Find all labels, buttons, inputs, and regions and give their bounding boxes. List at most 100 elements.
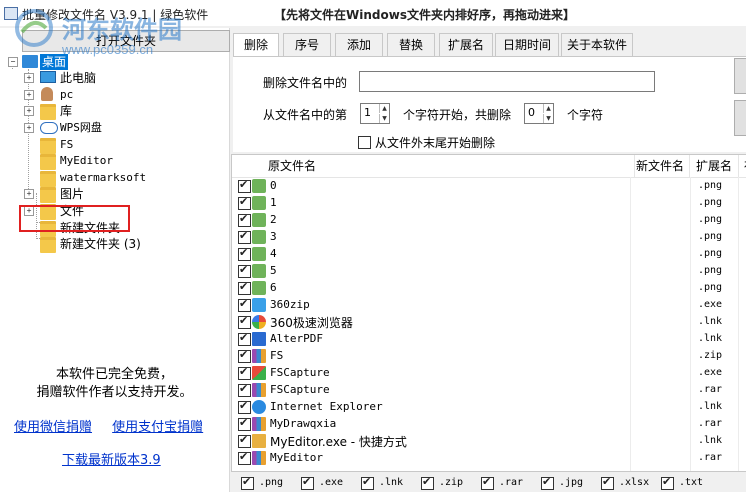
tree-item-fs[interactable]: FS [0,137,229,154]
donate-alipay-link[interactable]: 使用支付宝捐赠 [112,420,203,435]
row-checkbox[interactable] [238,246,251,261]
tree-item-this-pc[interactable]: + 此电脑 [0,70,229,86]
filter-checkbox[interactable] [541,475,554,490]
stepper-up-icon[interactable]: ▲ [379,104,389,113]
stepper-value: 1 [364,106,371,119]
start-count-label: 个字符开始，共删除 [403,108,512,122]
filter-label: .rar [499,477,524,488]
row-checkbox[interactable] [238,297,251,312]
side-action-button[interactable] [734,58,746,94]
table-row[interactable]: MyEditor .rar [232,450,746,467]
row-checkbox[interactable] [238,229,251,244]
row-checkbox[interactable] [238,348,251,363]
row-checkbox[interactable] [238,331,251,346]
table-row[interactable]: FSCapture .exe [232,365,746,382]
row-checkbox[interactable] [238,212,251,227]
row-checkbox[interactable] [238,433,251,448]
row-checkbox[interactable] [238,365,251,380]
tree-item-pictures[interactable]: + 图片 [0,186,229,203]
table-row[interactable]: MyEditor.exe - 快捷方式 .lnk [232,433,746,450]
expand-icon[interactable]: + [24,106,34,116]
table-row[interactable]: 6 .png [232,280,746,297]
table-row[interactable]: AlterPDF .lnk [232,331,746,348]
table-row[interactable]: FS .zip [232,348,746,365]
table-row[interactable]: 5 .png [232,263,746,280]
png-icon [252,247,266,261]
folder-icon [40,138,56,154]
file-extension: .png [698,197,723,208]
filter-checkbox[interactable] [601,475,614,490]
table-row[interactable]: 3 .png [232,229,746,246]
download-latest-link[interactable]: 下载最新版本3.9 [62,449,161,468]
row-checkbox[interactable] [238,178,251,193]
table-row[interactable]: 360极速浏览器 .lnk [232,314,746,331]
tab-datetime[interactable]: 日期时间 [495,33,559,56]
table-row[interactable]: 2 .png [232,212,746,229]
file-extension: .lnk [698,401,723,412]
tab-about[interactable]: 关于本软件 [561,33,633,56]
png-icon [252,196,266,210]
tree-item-new-folder-3[interactable]: 新建文件夹 (3) [0,236,229,253]
delete-count-stepper[interactable]: 0 ▲ ▼ [524,103,554,124]
file-name: 3 [270,230,277,243]
folder-panel: 打开文件夹 − 桌面 + 此电脑 + pc + 库 + WPS网盘 FS MyE… [0,28,230,492]
row-checkbox[interactable] [238,280,251,295]
stepper-down-icon[interactable]: ▼ [543,114,553,123]
row-checkbox[interactable] [238,416,251,431]
expand-icon[interactable]: + [24,189,34,199]
start-position-stepper[interactable]: 1 ▲ ▼ [360,103,390,124]
expand-icon[interactable]: + [24,90,34,100]
table-row[interactable]: FSCapture .rar [232,382,746,399]
filter-checkbox[interactable] [301,475,314,490]
table-row[interactable]: Internet Explorer .lnk [232,399,746,416]
row-checkbox[interactable] [238,382,251,397]
free-note-line: 本软件已完全免费， [55,367,173,382]
row-checkbox[interactable] [238,399,251,414]
png-icon [252,281,266,295]
tree-item-watermarksoft[interactable]: watermarksoft [0,170,229,187]
table-row[interactable]: 0 .png [232,178,746,195]
table-row[interactable]: MyDrawqxia .rar [232,416,746,433]
tree-item-library[interactable]: + 库 [0,103,229,120]
row-checkbox[interactable] [238,263,251,278]
from-end-checkbox[interactable] [358,136,371,149]
table-row[interactable]: 360zip .exe [232,297,746,314]
delete-text-input[interactable] [359,71,655,92]
tab-delete[interactable]: 删除 [233,33,279,57]
table-row[interactable]: 1 .png [232,195,746,212]
tree-item-pc[interactable]: + pc [0,87,229,103]
tab-add[interactable]: 添加 [335,33,383,56]
side-action-button[interactable] [734,100,746,136]
filter-checkbox[interactable] [481,475,494,490]
header-extension[interactable]: 扩展名 [690,155,739,177]
filter-checkbox[interactable] [361,475,374,490]
stepper-up-icon[interactable]: ▲ [543,104,553,113]
tab-sequence[interactable]: 序号 [283,33,331,56]
png-icon [252,213,266,227]
stepper-down-icon[interactable]: ▼ [379,114,389,123]
row-checkbox[interactable] [238,314,251,329]
header-extra[interactable]: 存 [738,155,746,177]
expand-icon[interactable]: + [24,123,34,133]
filter-checkbox[interactable] [421,475,434,490]
expand-icon[interactable]: + [24,73,34,83]
row-checkbox[interactable] [238,450,251,465]
filter-checkbox[interactable] [661,475,674,490]
tab-replace[interactable]: 替换 [387,33,435,56]
donate-wechat-link[interactable]: 使用微信捐赠 [14,420,92,435]
tab-extension[interactable]: 扩展名 [439,33,493,56]
browser-icon [252,315,266,329]
tree-item-wps-cloud[interactable]: + WPS网盘 [0,120,229,136]
filter-checkbox[interactable] [241,475,254,490]
archive-icon [252,451,266,465]
tree-item-myeditor[interactable]: MyEditor [0,153,229,170]
header-original-name[interactable]: 原文件名 [258,155,635,177]
header-new-name[interactable]: 新文件名 [630,155,690,177]
extension-filter-bar: .png .exe .lnk .zip .rar .jpg .xlsx .txt [231,472,746,492]
file-name: MyEditor.exe - 快捷方式 [270,435,407,449]
collapse-icon[interactable]: − [8,57,18,67]
file-extension: .rar [698,452,723,463]
table-row[interactable]: 4 .png [232,246,746,263]
row-checkbox[interactable] [238,195,251,210]
pdf-icon [252,332,266,346]
